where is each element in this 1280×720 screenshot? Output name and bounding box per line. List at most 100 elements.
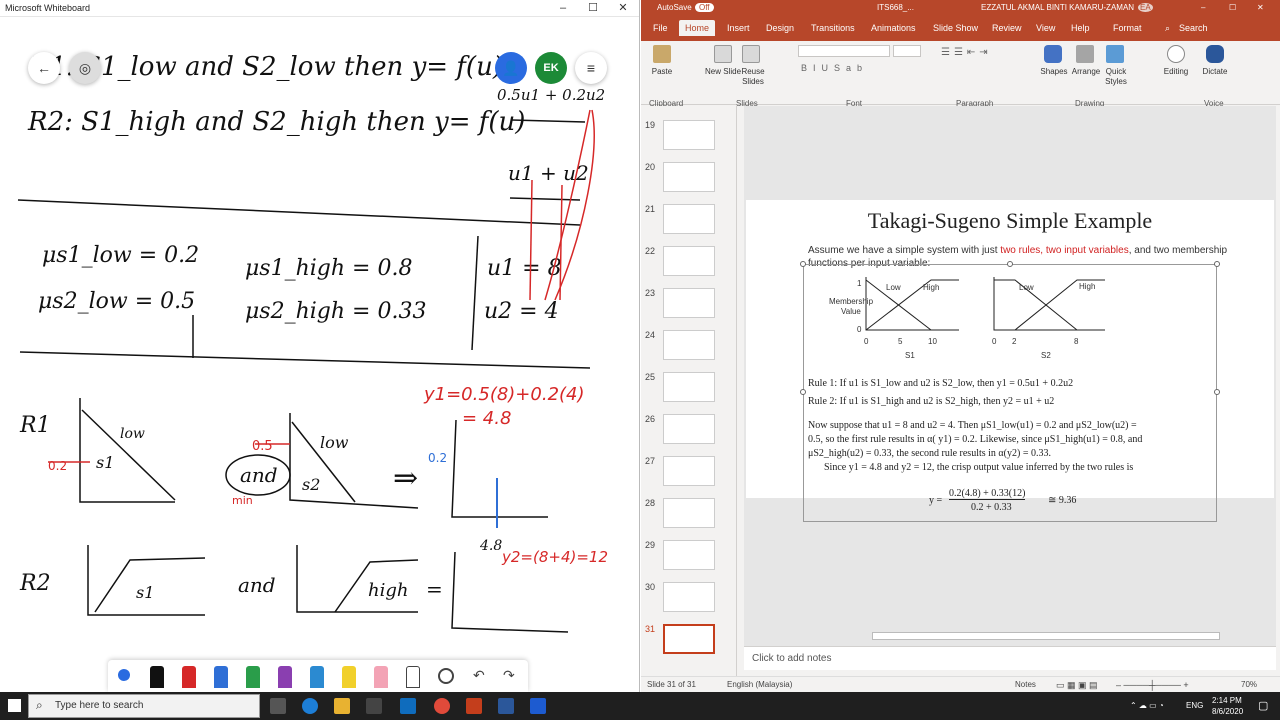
ink-to-shape-button[interactable]: ◎ [69,52,101,84]
tab-slideshow[interactable]: Slide Show [933,23,978,33]
avatar[interactable]: EK [535,52,567,84]
taskbar-search[interactable]: ⌕ Type here to search [28,694,260,718]
font-format-icons[interactable]: BIUSab [801,63,868,73]
highlighter-icon[interactable] [342,666,356,688]
arrange-icon[interactable] [1076,45,1094,63]
select-check-icon[interactable] [118,669,130,681]
shapes-icon[interactable] [1044,45,1062,63]
whiteboard-canvas[interactable]: R1: S1_low and S2_low then y= f(u) R2: S… [0,18,639,692]
slide-thumbnail[interactable] [663,288,715,318]
store-icon[interactable] [366,698,382,714]
para-line-2[interactable]: 0.5, so the first rule results in α( y1)… [808,434,1142,445]
slide-title[interactable]: Takagi-Sugeno Simple Example [746,208,1274,234]
slide-thumbnail[interactable] [663,204,715,234]
language-indicator[interactable]: English (Malaysia) [727,680,792,689]
tab-insert[interactable]: Insert [727,23,750,33]
task-view-icon[interactable] [270,698,286,714]
rule2-text[interactable]: Rule 2: If u1 is S1_high and u2 is S2_hi… [808,396,1054,407]
pen-purple-icon[interactable] [278,666,292,688]
close-button[interactable]: ✕ [1257,3,1264,12]
clock-date[interactable]: 8/6/2020 [1212,707,1243,716]
minimize-button[interactable]: – [1201,3,1205,12]
para-line-1[interactable]: Now suppose that u1 = 8 and u2 = 4. Then… [808,420,1137,431]
notes-pane[interactable]: Click to add notes [744,646,1276,670]
tab-design[interactable]: Design [766,23,794,33]
search-box[interactable]: Search [1179,23,1208,33]
reuse-slides-icon[interactable] [742,45,760,63]
invite-user-button[interactable]: 👤 [495,52,527,84]
slide-thumbnail[interactable] [663,120,715,150]
maximize-button[interactable]: ☐ [1229,3,1236,12]
para-line-3[interactable]: μS2_high(u2) = 0.33, the second rule res… [808,448,1051,459]
back-button[interactable]: ← [28,52,60,84]
notifications-icon[interactable]: ▢ [1258,699,1268,712]
slide-thumbnail[interactable] [663,330,715,360]
slide-thumbnail[interactable] [663,246,715,276]
quick-styles-button[interactable]: Quick Styles [1100,67,1132,87]
tab-format[interactable]: Format [1113,23,1142,33]
dictate-button[interactable]: Dictate [1198,67,1232,77]
slide-thumbnail[interactable] [663,372,715,402]
paragraph-icons[interactable]: ☰☰⇤⇥ [941,47,992,58]
file-explorer-icon[interactable] [334,698,350,714]
reuse-slides-button[interactable]: Reuse Slides [735,67,771,87]
chrome-icon[interactable] [434,698,450,714]
undo-icon[interactable]: ↶ [473,667,485,684]
slide-thumbnail[interactable] [663,498,715,528]
tab-help[interactable]: Help [1071,23,1090,33]
slide-thumbnail[interactable] [663,414,715,444]
view-buttons[interactable]: ▭ ▦ ▣ ▤ [1056,680,1098,691]
slide-thumbnail[interactable] [663,540,715,570]
ruler-icon[interactable] [406,666,420,688]
editing-icon[interactable] [1167,45,1185,63]
new-slide-icon[interactable] [714,45,732,63]
windows-start-icon[interactable] [8,699,21,712]
shapes-button[interactable]: Shapes [1037,67,1071,77]
tab-view[interactable]: View [1036,23,1055,33]
slide-thumbnail[interactable] [663,582,715,612]
tab-animations[interactable]: Animations [871,23,916,33]
search-icon[interactable]: ⌕ [1165,23,1170,34]
editing-button[interactable]: Editing [1157,67,1195,77]
paste-icon[interactable] [653,45,671,63]
tray-icons[interactable]: ⌃ ☁ ▭ ◔ [1130,701,1164,710]
word-icon[interactable] [498,698,514,714]
autosave-toggle[interactable]: Off [695,3,714,12]
lasso-icon[interactable] [438,668,454,684]
para-line-4[interactable]: Since y1 = 4.8 and y2 = 12, the crisp ou… [824,462,1133,473]
slide-thumbnail[interactable] [663,162,715,192]
tab-file[interactable]: File [653,23,668,33]
slide-thumbnail-selected[interactable] [663,624,715,654]
pen-red-icon[interactable] [182,666,196,688]
mail-icon[interactable] [400,698,416,714]
zoom-level[interactable]: 70% [1241,680,1257,689]
font-size-select[interactable] [893,45,921,57]
user-initials[interactable]: EA [1138,3,1153,12]
microphone-icon[interactable] [1206,45,1224,63]
clock-time[interactable]: 2:14 PM [1212,696,1242,705]
pen-cyan-icon[interactable] [310,666,324,688]
minimize-button[interactable]: – [548,0,578,17]
pen-black-icon[interactable] [150,666,164,688]
maximize-button[interactable]: ☐ [578,0,608,17]
font-name-select[interactable] [798,45,890,57]
tab-review[interactable]: Review [992,23,1022,33]
resize-handle[interactable] [1214,389,1220,395]
pen-green-icon[interactable] [246,666,260,688]
quick-styles-icon[interactable] [1106,45,1124,63]
language-indicator[interactable]: ENG [1186,701,1203,710]
tab-transitions[interactable]: Transitions [811,23,855,33]
slide-thumbnail[interactable] [663,456,715,486]
arrange-button[interactable]: Arrange [1069,67,1103,77]
horizontal-scrollbar[interactable] [872,632,1220,640]
redo-icon[interactable]: ↷ [503,667,515,684]
tab-home[interactable]: Home [679,20,716,36]
resize-handle[interactable] [800,389,806,395]
menu-button[interactable]: ≡ [575,52,607,84]
powerpoint-icon[interactable] [466,698,482,714]
edge-icon[interactable] [302,698,318,714]
pen-blue-icon[interactable] [214,666,228,688]
notes-button[interactable]: Notes [1015,680,1036,689]
rule1-text[interactable]: Rule 1: If u1 is S1_low and u2 is S2_low… [808,378,1073,389]
resize-handle[interactable] [1214,261,1220,267]
